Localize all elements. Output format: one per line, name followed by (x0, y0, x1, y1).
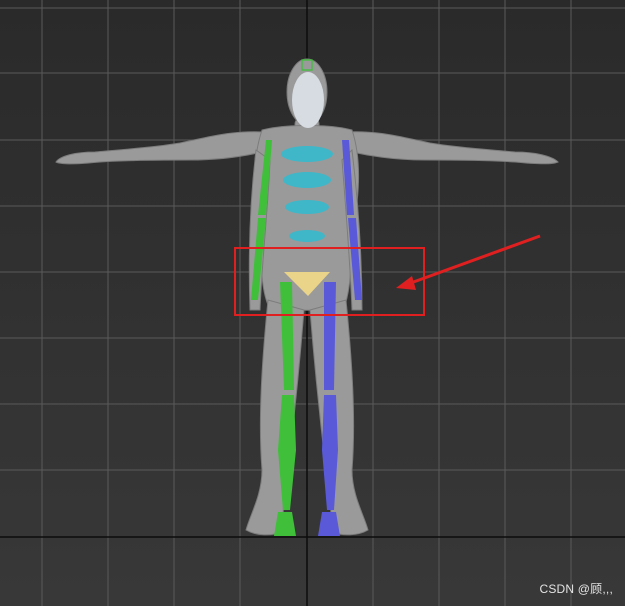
right-thigh-bone[interactable] (324, 282, 336, 390)
head-bone[interactable] (292, 72, 324, 128)
spine-bone[interactable] (283, 172, 331, 188)
perspective-viewport[interactable]: CSDN @顾,,, (0, 0, 625, 606)
watermark: CSDN @顾,,, (539, 582, 613, 596)
right-leg-mesh (309, 299, 369, 536)
annotation-arrow (396, 234, 541, 290)
spine-bone[interactable] (289, 230, 325, 242)
spine-bone[interactable] (285, 200, 329, 214)
left-arm-mesh (55, 131, 266, 165)
spine-bone[interactable] (281, 146, 333, 162)
left-leg-mesh (245, 299, 305, 536)
scene-canvas[interactable] (0, 0, 625, 606)
right-arm-mesh (344, 131, 559, 165)
